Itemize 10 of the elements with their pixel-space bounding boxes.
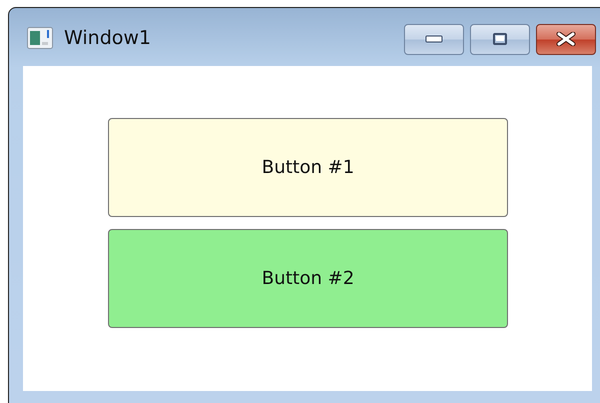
minimize-icon bbox=[425, 35, 443, 43]
maximize-button[interactable] bbox=[470, 24, 530, 54]
minimize-button[interactable] bbox=[404, 24, 464, 54]
window-icon bbox=[27, 27, 53, 49]
close-button[interactable] bbox=[536, 24, 596, 54]
close-icon bbox=[556, 32, 576, 46]
window-title: Window1 bbox=[64, 27, 152, 49]
maximize-icon bbox=[493, 33, 507, 45]
content-button[interactable]: Button #1 bbox=[108, 118, 508, 217]
content-button[interactable]: Button #2 bbox=[108, 229, 508, 328]
